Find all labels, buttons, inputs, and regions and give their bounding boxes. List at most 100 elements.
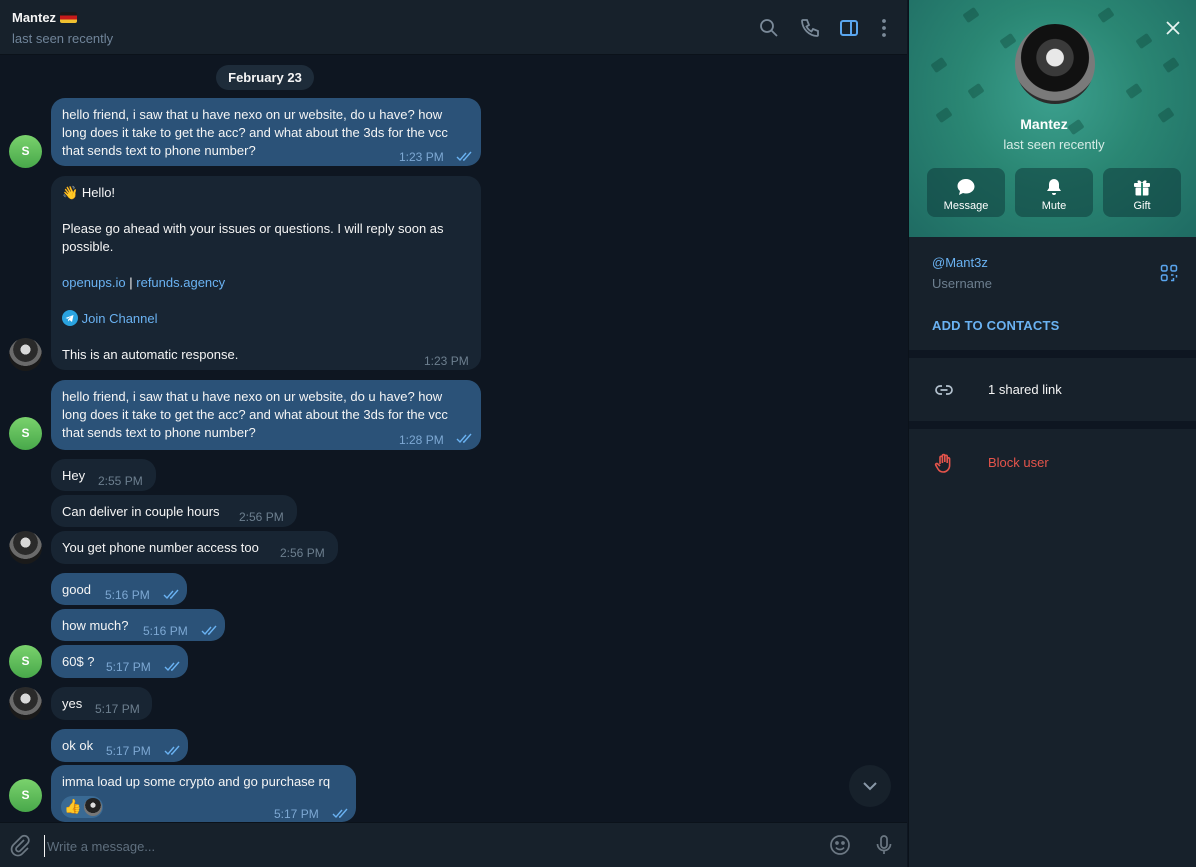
username-value[interactable]: @Mant3z [932, 255, 988, 270]
read-checkmarks-icon [164, 745, 180, 756]
avatar[interactable] [9, 531, 42, 564]
read-checkmarks-icon [456, 433, 472, 444]
emoji-icon[interactable] [828, 833, 852, 857]
avatar[interactable] [9, 338, 42, 371]
avatar[interactable] [9, 687, 42, 720]
auto-reply-body: Please go ahead with your issues or ques… [62, 221, 444, 254]
qr-code-icon[interactable] [1160, 264, 1178, 282]
scroll-down-button[interactable] [849, 765, 891, 807]
message-text: how much? [62, 618, 129, 633]
avatar[interactable]: S [9, 417, 42, 450]
message-text: hello friend, i saw that u have nexo on … [62, 389, 448, 440]
gift-button-label: Gift [1133, 200, 1151, 212]
date-separator: February 23 [216, 65, 314, 90]
message-bubble-outgoing[interactable]: imma load up some crypto and go purchase… [51, 765, 356, 822]
message-bubble-outgoing[interactable]: how much? 5:16 PM [51, 609, 225, 641]
message-text: Can deliver in couple hours [62, 504, 220, 519]
message-bubble-outgoing[interactable]: good 5:16 PM [51, 573, 187, 605]
avatar[interactable]: S [9, 645, 42, 678]
sidebar-toggle-icon[interactable] [837, 16, 861, 40]
message-bubble-outgoing[interactable]: hello friend, i saw that u have nexo on … [51, 380, 481, 450]
message-text: yes [62, 696, 83, 711]
hand-stop-icon [934, 453, 951, 473]
message-text: good [62, 582, 91, 597]
message-bubble-incoming[interactable]: Can deliver in couple hours 2:56 PM [51, 495, 297, 527]
join-channel-text: Join Channel [81, 311, 158, 326]
link-separator: | [129, 275, 133, 290]
profile-panel: Mantez last seen recently Message Mute G… [908, 0, 1196, 867]
message-time: 5:16 PM [105, 588, 150, 602]
bell-icon [1047, 179, 1061, 195]
message-bubble-incoming[interactable]: You get phone number access too 2:56 PM [51, 531, 338, 564]
link-openups[interactable]: openups.io [62, 275, 126, 290]
thumbs-up-icon: 👍 [64, 798, 82, 814]
divider [909, 421, 1196, 429]
flag-icon [60, 12, 78, 23]
message-button[interactable]: Message [927, 168, 1005, 217]
microphone-icon[interactable] [872, 833, 896, 857]
chevron-down-icon [863, 782, 877, 791]
message-text: 60$ ? [62, 654, 95, 669]
message-text: ok ok [62, 738, 94, 753]
shared-links-label: 1 shared link [988, 382, 1062, 397]
message-bubble-outgoing[interactable]: hello friend, i saw that u have nexo on … [51, 98, 481, 166]
close-icon[interactable] [1162, 17, 1184, 39]
message-bubble-incoming[interactable]: 👋 Hello! Please go ahead with your issue… [51, 176, 481, 370]
reactor-avatar [84, 798, 102, 816]
message-composer [0, 822, 907, 867]
message-text: hello friend, i saw that u have nexo on … [62, 107, 448, 158]
message-time: 1:23 PM [399, 150, 444, 164]
shared-links-row[interactable]: 1 shared link [909, 364, 1196, 416]
gift-button[interactable]: Gift [1103, 168, 1181, 217]
message-time: 5:17 PM [95, 702, 140, 716]
message-time: 2:55 PM [98, 474, 143, 488]
read-checkmarks-icon [201, 625, 217, 636]
chat-title[interactable]: Mantez [12, 10, 78, 25]
message-input[interactable] [44, 835, 804, 857]
greeting-text: Hello! [81, 185, 116, 200]
chat-title-text: Mantez [12, 10, 57, 25]
message-time: 1:23 PM [424, 354, 469, 368]
message-time: 5:17 PM [274, 807, 319, 821]
search-icon[interactable] [757, 16, 781, 40]
message-button-label: Message [943, 200, 989, 212]
block-user-row[interactable]: Block user [909, 437, 1196, 489]
mute-button-label: Mute [1041, 200, 1067, 212]
message-bubble-outgoing[interactable]: ok ok 5:17 PM [51, 729, 188, 762]
username-label: Username [932, 276, 992, 291]
more-vertical-icon[interactable] [872, 16, 896, 40]
link-refunds[interactable]: refunds.agency [136, 275, 225, 290]
message-time: 2:56 PM [239, 510, 284, 524]
mute-button[interactable]: Mute [1015, 168, 1093, 217]
greeting-line: 👋 Hello! [62, 184, 115, 202]
profile-status: last seen recently [1003, 137, 1105, 152]
reaction-chip[interactable]: 👍 [61, 796, 103, 818]
message-bubble-incoming[interactable]: Hey 2:55 PM [51, 459, 156, 491]
chat-header[interactable]: Mantez last seen recently [0, 0, 907, 55]
block-user-label: Block user [988, 455, 1049, 470]
add-to-contacts-button[interactable]: ADD TO CONTACTS [932, 318, 1059, 333]
message-text: Hey [62, 468, 86, 483]
read-checkmarks-icon [332, 808, 348, 819]
read-checkmarks-icon [163, 589, 179, 600]
message-bubble-outgoing[interactable]: 60$ ? 5:17 PM [51, 645, 188, 678]
chat-status: last seen recently [12, 31, 114, 46]
avatar[interactable]: S [9, 779, 42, 812]
message-text: You get phone number access too [62, 540, 259, 555]
avatar[interactable]: S [9, 135, 42, 168]
message-text: imma load up some crypto and go purchase… [62, 774, 331, 789]
link-icon [935, 385, 953, 395]
join-channel-link[interactable]: Join Channel [62, 310, 158, 328]
phone-icon[interactable] [798, 16, 822, 40]
message-time: 5:17 PM [106, 660, 151, 674]
telegram-icon [62, 310, 78, 326]
message-time: 2:56 PM [280, 546, 325, 560]
gift-icon [1134, 180, 1150, 196]
attach-icon[interactable] [8, 833, 32, 857]
message-bubble-incoming[interactable]: yes 5:17 PM [51, 687, 152, 720]
divider [909, 350, 1196, 358]
chat-area: Mantez last seen recently February 23 he… [0, 0, 908, 867]
auto-response-note: This is an automatic response. [62, 347, 239, 362]
chat-bubble-icon [957, 179, 975, 195]
profile-avatar[interactable] [1015, 24, 1095, 104]
